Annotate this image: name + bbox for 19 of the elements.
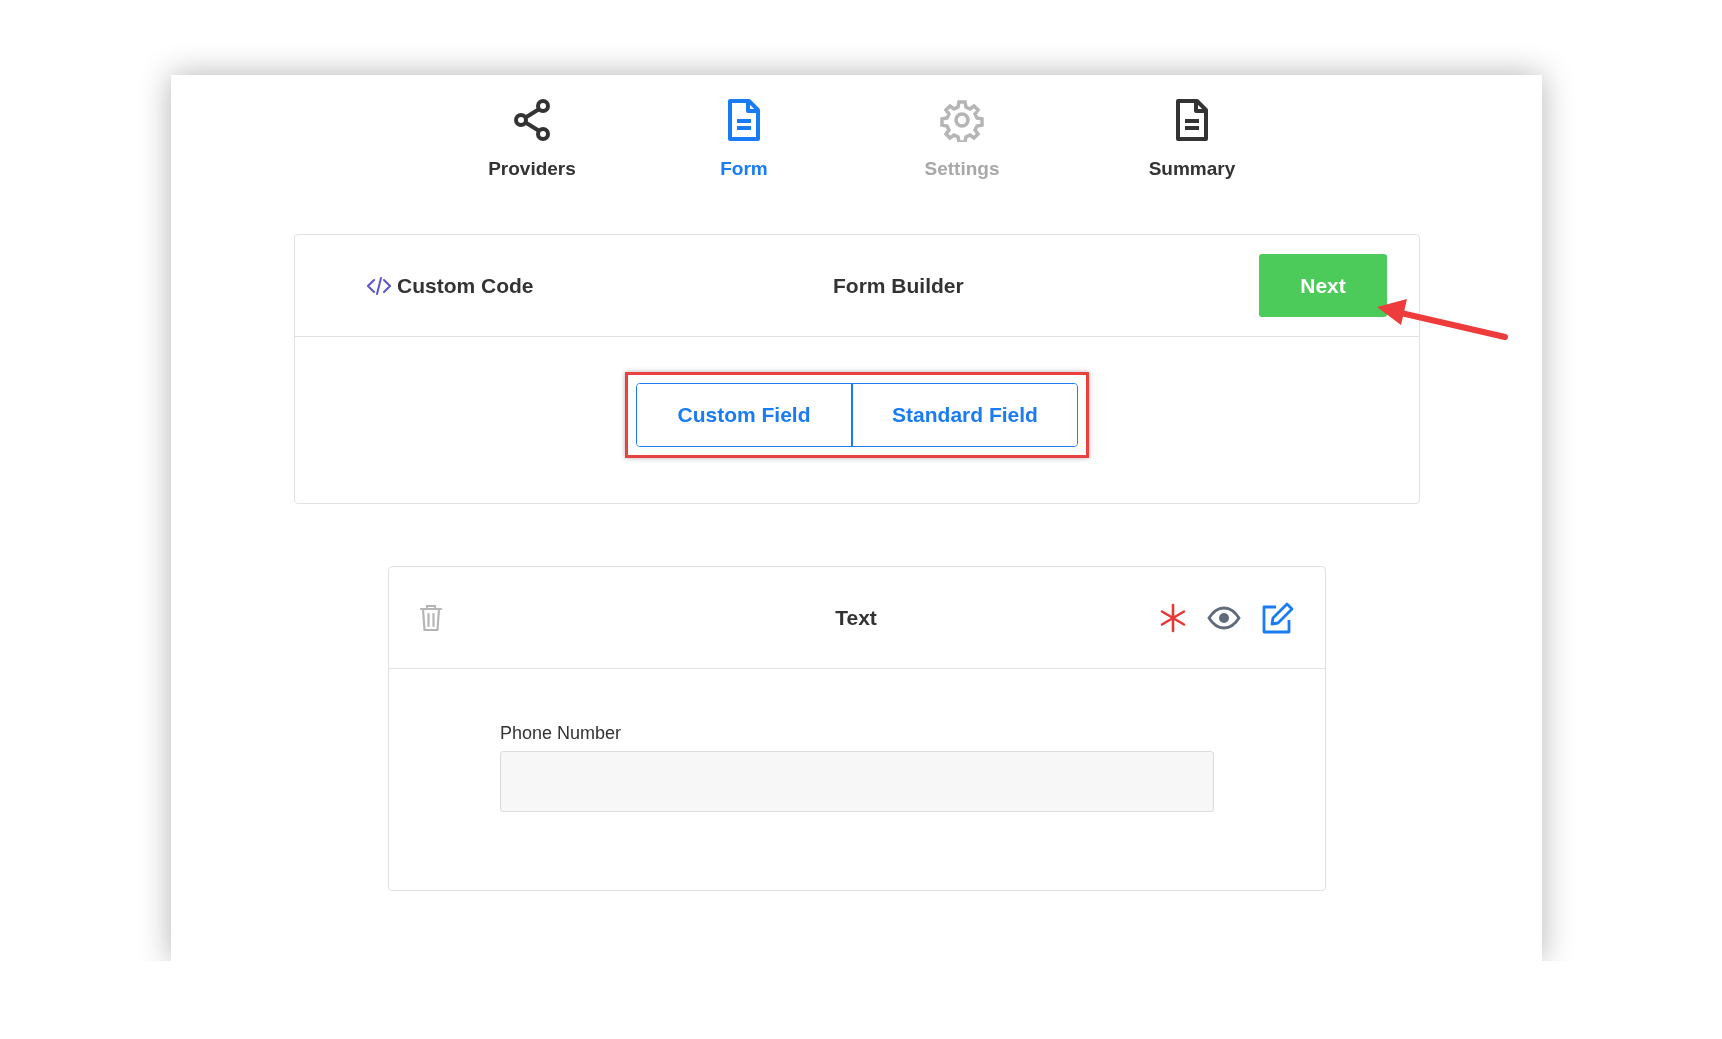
field-label: Phone Number [500,723,623,744]
next-button[interactable]: Next [1259,254,1387,317]
field-type-button[interactable]: Standard Field [851,384,1077,446]
eye-icon[interactable] [1207,605,1241,630]
step-tab[interactable]: Summary [1148,158,1236,180]
share-icon [512,98,552,142]
step-tab[interactable]: Providers [488,158,576,180]
field-type-title: Text [834,605,878,630]
custom-code-link[interactable]: Custom Code [397,273,534,298]
document-icon [1174,97,1210,143]
edit-icon[interactable] [1261,601,1295,634]
gear-icon [940,98,984,142]
code-icon [367,275,391,296]
step-tab[interactable]: Form [720,158,768,180]
trash-icon[interactable] [419,603,443,632]
phone-number-field[interactable] [500,751,1214,812]
required-asterisk-icon[interactable] [1159,602,1187,633]
form-builder-title: Form Builder [832,273,965,298]
document-icon [726,97,762,143]
